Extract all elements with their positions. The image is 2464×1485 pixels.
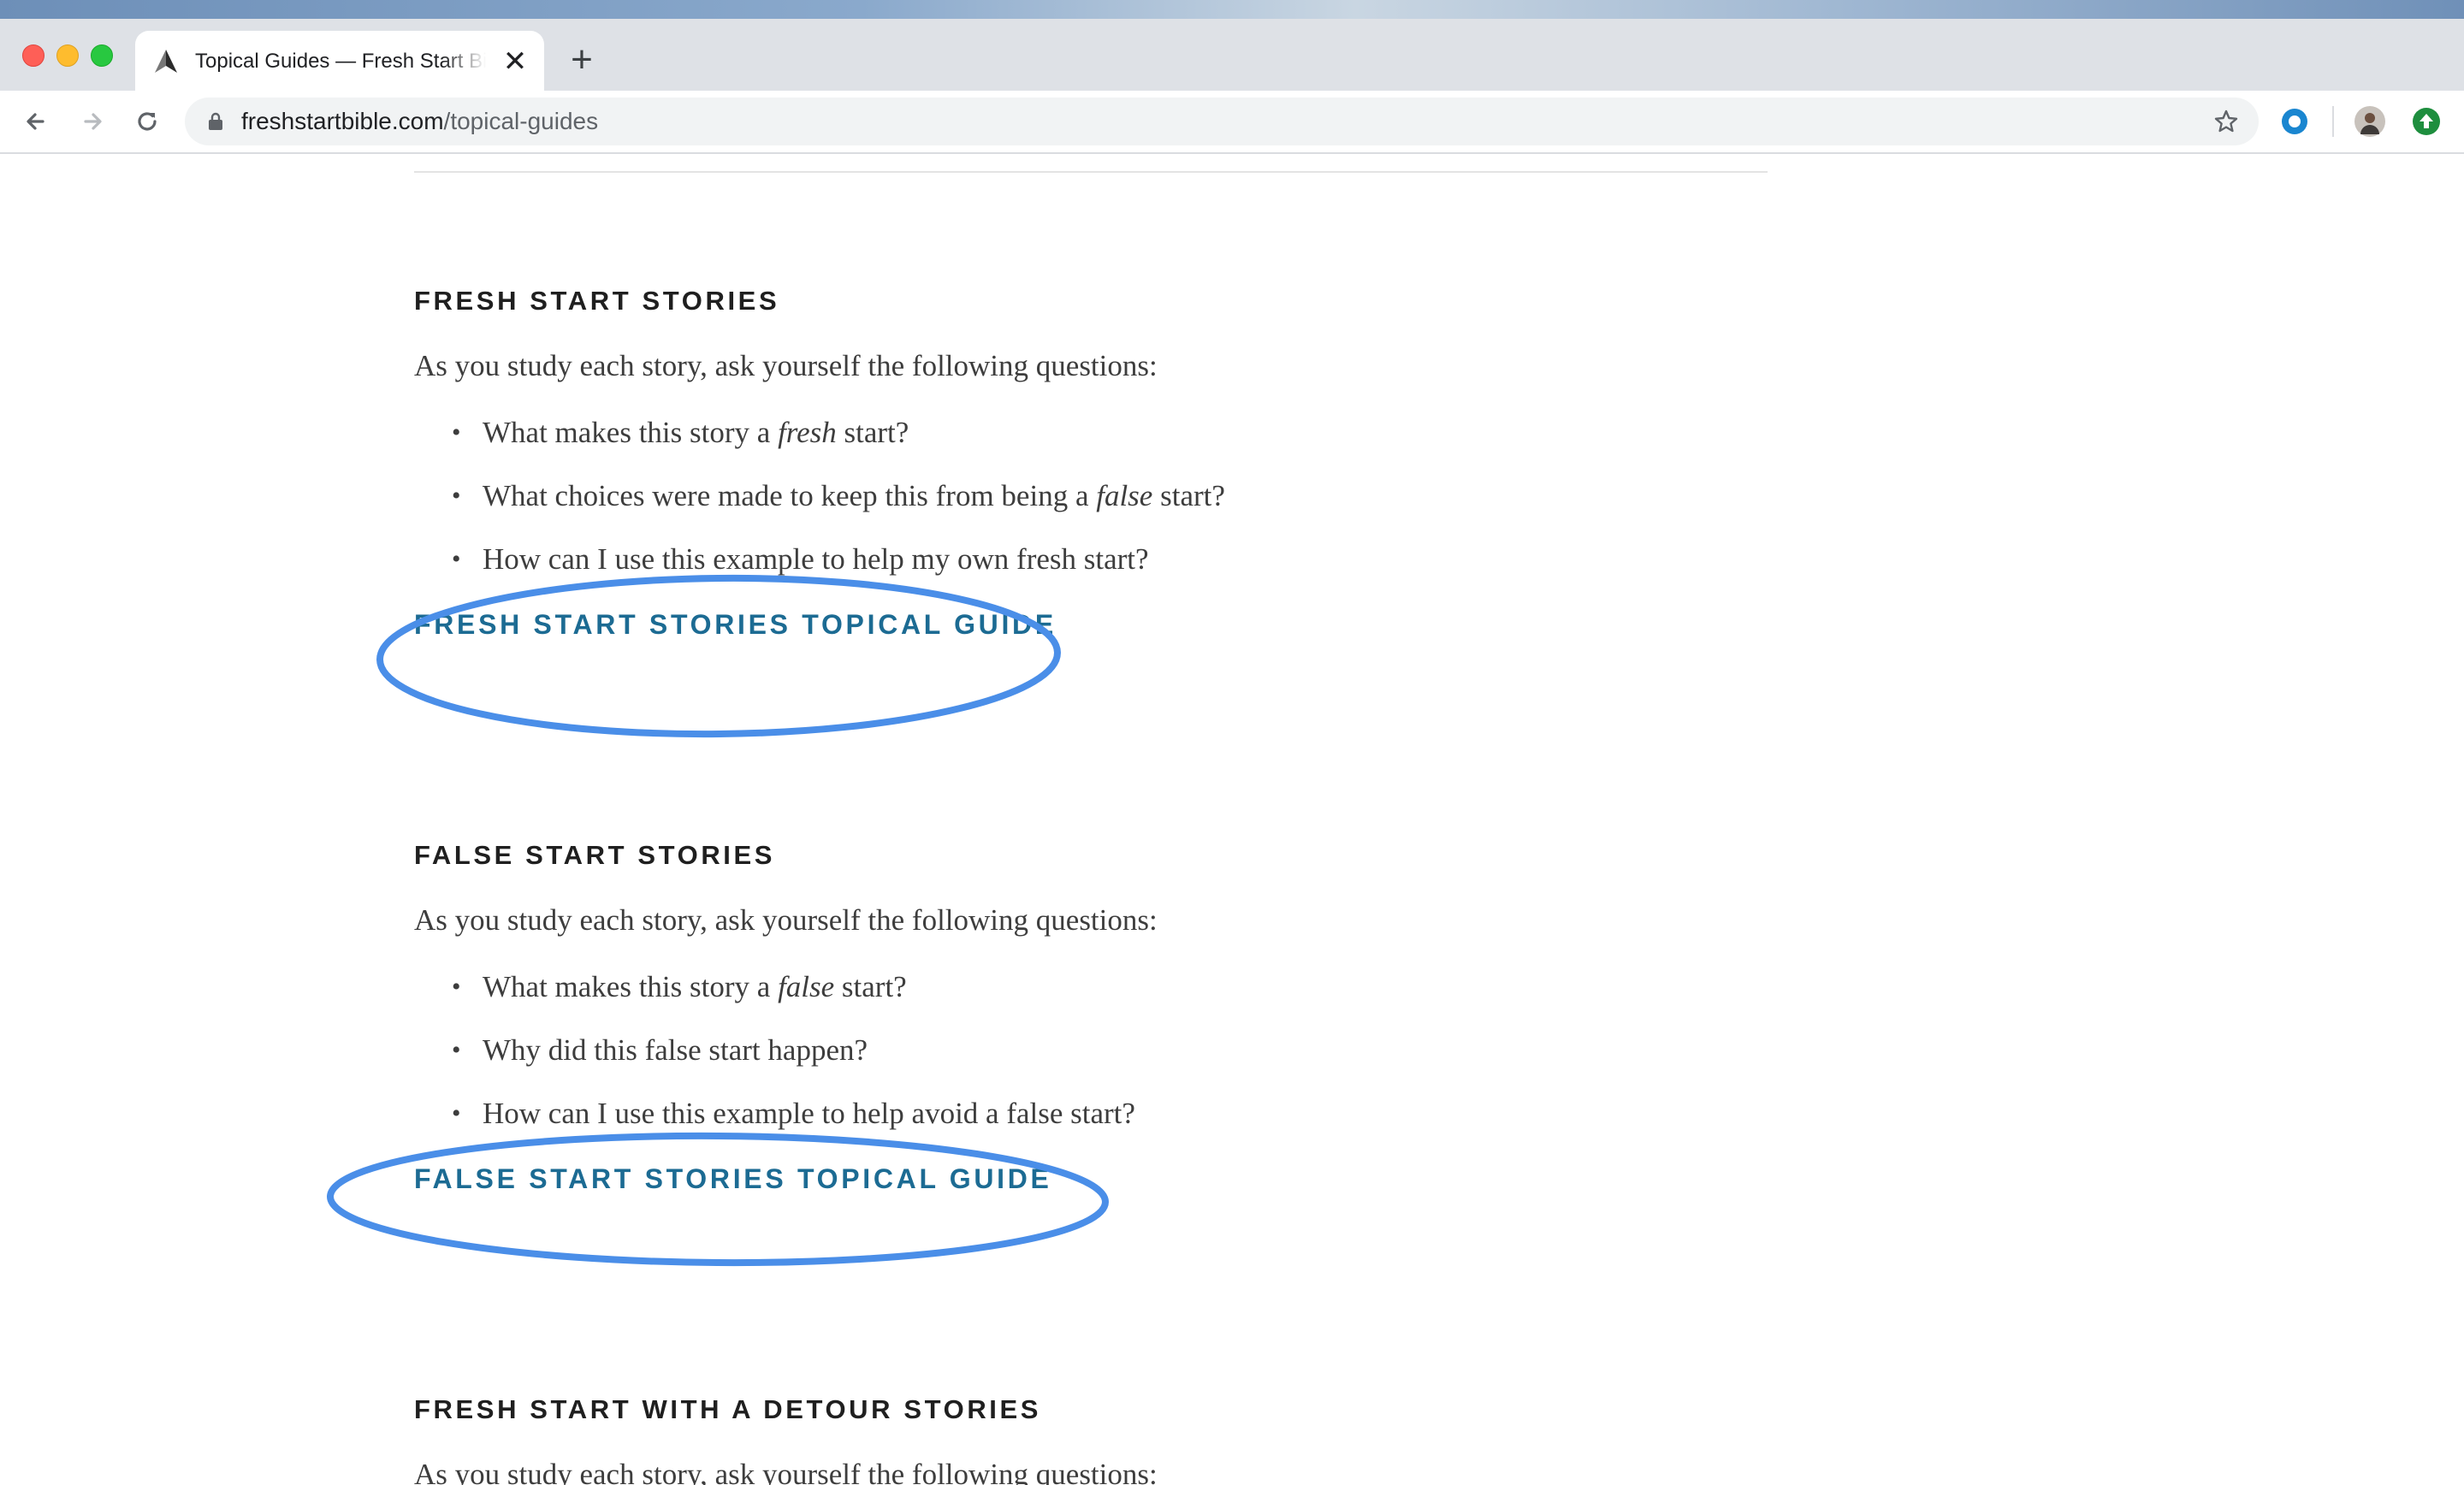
browser-tab[interactable]: Topical Guides — Fresh Start Bible ✕: [135, 31, 544, 91]
bullet: •: [452, 545, 461, 573]
section-intro: As you study each story, ask yourself th…: [414, 903, 1158, 937]
browser-toolbar: freshstartbible.com/topical-guides: [0, 91, 2464, 154]
url-text[interactable]: freshstartbible.com/topical-guides: [241, 108, 598, 135]
forward-arrow-icon[interactable]: [74, 103, 111, 140]
question-text: What makes this story a: [483, 416, 779, 449]
toolbar-divider: [2332, 106, 2334, 137]
question-text: Why did this false start happen?: [483, 1033, 868, 1067]
section-intro: As you study each story, ask yourself th…: [414, 349, 1158, 382]
section-heading: FALSE START STORIES: [414, 840, 776, 870]
bullet: •: [452, 482, 461, 510]
question-item: • How can I use this example to help my o…: [414, 541, 1783, 604]
section-fresh-start-stories: FRESH START STORIES As you study each st…: [414, 284, 1783, 642]
section-false-start-stories: FALSE START STORIES As you study each st…: [414, 838, 1783, 1196]
address-bar[interactable]: freshstartbible.com/topical-guides: [185, 98, 2259, 145]
tab-title: Topical Guides — Fresh Start Bible: [195, 50, 486, 73]
url-host: freshstartbible.com: [241, 108, 444, 134]
question-item: • What makes this story a false start?: [414, 968, 1783, 1032]
update-arrow-icon[interactable]: [2411, 106, 2442, 137]
avatar-icon[interactable]: [2354, 106, 2385, 137]
url-path: /topical-guides: [443, 108, 599, 134]
section-heading: FRESH START STORIES: [414, 286, 780, 316]
question-list: • What makes this story a fresh start? • W…: [414, 414, 1783, 604]
section-fresh-start-detour-stories: FRESH START WITH A DETOUR STORIES As you…: [414, 1393, 1783, 1485]
question-item: • What choices were made to keep this fro…: [414, 477, 1783, 541]
lock-icon[interactable]: [205, 111, 226, 132]
question-item: • What makes this story a fresh start?: [414, 414, 1783, 477]
question-emphasis: false: [1096, 479, 1153, 512]
false-start-topical-guide-link[interactable]: FALSE START STORIES TOPICAL GUIDE: [414, 1162, 1052, 1196]
minimize-window-button[interactable]: [56, 44, 79, 67]
content-divider: [414, 171, 1768, 173]
question-text: What choices were made to keep this from…: [483, 479, 1097, 512]
question-item: • How can I use this example to help avoi…: [414, 1095, 1783, 1158]
page-content: FRESH START STORIES As you study each st…: [0, 154, 2464, 1485]
close-window-button[interactable]: [22, 44, 44, 67]
question-text-end: start?: [836, 416, 909, 449]
question-emphasis: false: [778, 970, 835, 1003]
desktop-background: [0, 0, 2464, 19]
question-text-end: start?: [834, 970, 907, 1003]
back-arrow-icon[interactable]: [17, 103, 55, 140]
bullet: •: [452, 1036, 461, 1064]
question-text-end: start?: [1152, 479, 1225, 512]
section-intro: As you study each story, ask yourself th…: [414, 1458, 1158, 1485]
reload-icon[interactable]: [128, 103, 166, 140]
close-tab-icon[interactable]: ✕: [500, 46, 530, 77]
new-tab-button[interactable]: +: [565, 41, 599, 79]
zoom-window-button[interactable]: [91, 44, 113, 67]
site-favicon-icon: [152, 48, 180, 75]
section-heading: FRESH START WITH A DETOUR STORIES: [414, 1394, 1042, 1424]
bullet: •: [452, 973, 461, 1001]
question-emphasis: fresh: [778, 416, 837, 449]
fresh-start-topical-guide-link[interactable]: FRESH START STORIES TOPICAL GUIDE: [414, 607, 1057, 642]
question-text: What makes this story a: [483, 970, 779, 1003]
question-item: • Why did this false start happen?: [414, 1032, 1783, 1095]
bullet: •: [452, 1099, 461, 1127]
question-text: How can I use this example to help avoid…: [483, 1097, 1135, 1130]
question-list: • What makes this story a false start? • W…: [414, 968, 1783, 1158]
bullet: •: [452, 418, 461, 447]
circle-extension-icon[interactable]: [2279, 106, 2310, 137]
question-text: How can I use this example to help my ow…: [483, 542, 1149, 576]
star-icon[interactable]: [2212, 108, 2240, 135]
